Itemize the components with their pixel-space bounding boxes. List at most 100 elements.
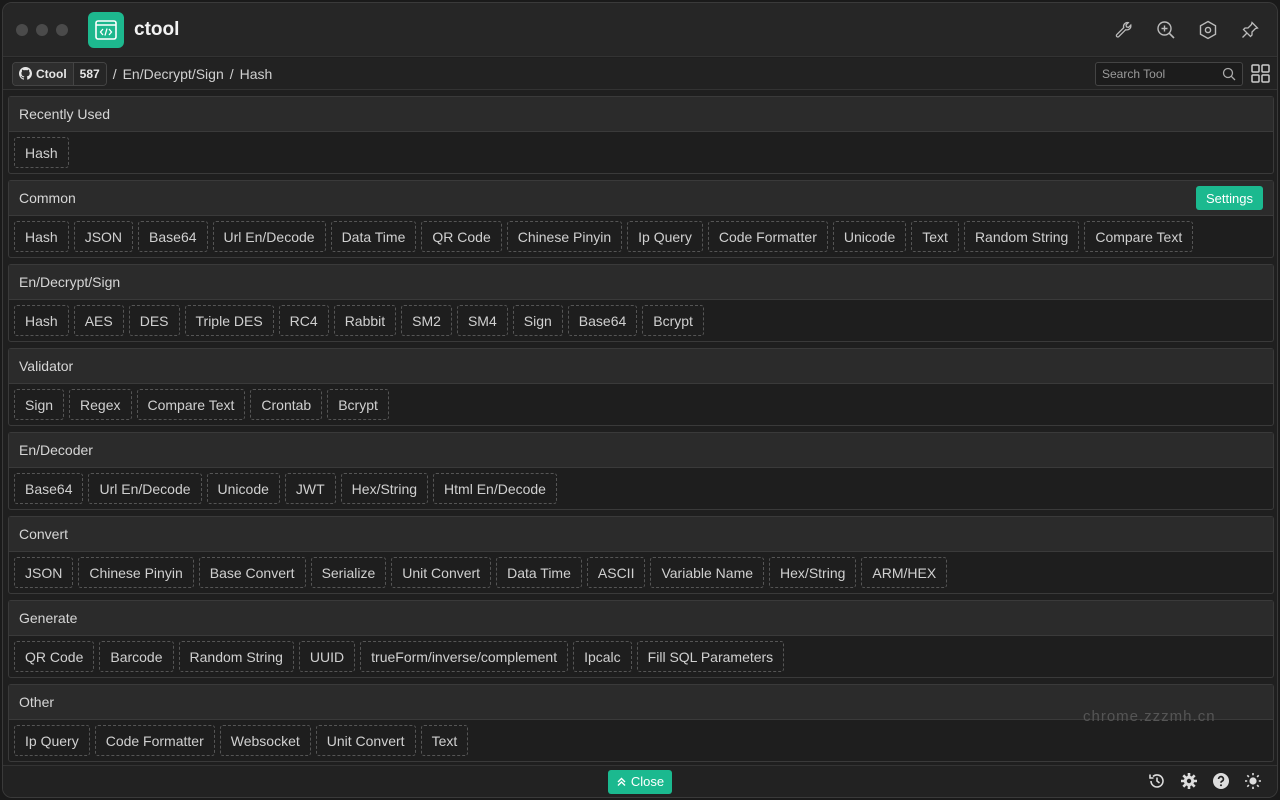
- search-input[interactable]: [1102, 66, 1214, 81]
- tool-button[interactable]: Base64: [14, 473, 84, 504]
- tool-button[interactable]: SM4: [456, 305, 508, 336]
- tool-button[interactable]: Unit Convert: [315, 725, 416, 756]
- tool-button[interactable]: Data Time: [496, 557, 582, 588]
- tool-button[interactable]: ASCII: [586, 557, 646, 588]
- maximize-window-button[interactable]: [56, 23, 68, 36]
- search-box[interactable]: [1095, 61, 1243, 86]
- tool-button[interactable]: Websocket: [219, 725, 311, 756]
- category-section: En/Decrypt/Sign Hash AES DES Triple DES RC4 Ra…: [8, 264, 1274, 342]
- tool-button[interactable]: Regex: [69, 389, 132, 420]
- gear-icon[interactable]: [1179, 771, 1199, 791]
- tool-button[interactable]: Text: [911, 221, 959, 252]
- tool-button[interactable]: JSON: [73, 221, 134, 252]
- tool-button[interactable]: Hash: [14, 137, 69, 168]
- nav-bar: Ctool 587 / En/Decrypt/Sign / Hash: [3, 58, 1277, 90]
- github-label: Ctool: [36, 66, 67, 81]
- category-header: Generate: [9, 601, 1273, 636]
- tool-button[interactable]: QR Code: [14, 641, 95, 672]
- tool-button[interactable]: Text: [420, 725, 469, 756]
- tool-button[interactable]: Ipcalc: [573, 641, 632, 672]
- tool-button[interactable]: Base64: [138, 221, 208, 252]
- tool-button[interactable]: Random String: [963, 221, 1080, 252]
- pin-icon[interactable]: [1239, 19, 1261, 41]
- tool-button[interactable]: trueForm/inverse/complement: [360, 641, 569, 672]
- tool-list: Hash JSON Base64 Url En/Decode Data Time QR C…: [9, 216, 1273, 257]
- settings-button[interactable]: Settings: [1196, 186, 1263, 210]
- tool-button[interactable]: Ip Query: [627, 221, 703, 252]
- close-window-button[interactable]: [16, 23, 28, 36]
- chevron-double-up-icon: [617, 777, 626, 786]
- category-header: En/Decoder: [9, 433, 1273, 468]
- tool-button[interactable]: Url En/Decode: [212, 221, 326, 252]
- category-title: Generate: [19, 610, 78, 626]
- tool-button[interactable]: Sign: [14, 389, 65, 420]
- app-logo-icon: [88, 11, 124, 48]
- tool-button[interactable]: Crontab: [250, 389, 323, 420]
- title-bar: ctool: [3, 3, 1277, 57]
- tool-button[interactable]: Random String: [178, 641, 294, 672]
- tool-button[interactable]: Data Time: [330, 221, 417, 252]
- category-title: En/Decoder: [19, 442, 93, 458]
- tool-button[interactable]: Bcrypt: [642, 305, 704, 336]
- github-star-count: 587: [72, 62, 106, 85]
- tool-button[interactable]: Unicode: [206, 473, 280, 504]
- tool-button[interactable]: Hex/String: [769, 557, 857, 588]
- grid-view-icon[interactable]: [1249, 63, 1271, 85]
- tool-button[interactable]: Sign: [512, 305, 563, 336]
- tool-button[interactable]: RC4: [278, 305, 329, 336]
- tool-button[interactable]: Chinese Pinyin: [78, 557, 194, 588]
- tool-button[interactable]: Chinese Pinyin: [506, 221, 623, 252]
- tool-button[interactable]: Hash: [14, 221, 69, 252]
- hexagon-settings-icon[interactable]: [1197, 19, 1219, 41]
- window-controls: [16, 23, 68, 36]
- theme-sun-icon[interactable]: [1243, 771, 1263, 791]
- category-header: Validator: [9, 349, 1273, 384]
- zoom-in-icon[interactable]: [1155, 19, 1177, 41]
- github-badge[interactable]: Ctool 587: [12, 61, 107, 86]
- tool-button[interactable]: Variable Name: [650, 557, 765, 588]
- tool-button[interactable]: JSON: [14, 557, 74, 588]
- github-icon: [19, 67, 32, 80]
- category-header: Recently Used: [9, 97, 1273, 132]
- tool-button[interactable]: Serialize: [310, 557, 387, 588]
- tool-list: Hash AES DES Triple DES RC4 Rabbit SM2 SM4 Sign B…: [9, 300, 1273, 341]
- category-header: En/Decrypt/Sign: [9, 265, 1273, 300]
- tool-button[interactable]: Base64: [567, 305, 638, 336]
- tool-button[interactable]: UUID: [298, 641, 356, 672]
- tool-button[interactable]: Code Formatter: [94, 725, 215, 756]
- tool-button[interactable]: QR Code: [421, 221, 502, 252]
- tool-button[interactable]: Html En/Decode: [433, 473, 557, 504]
- tool-list: Sign Regex Compare Text Crontab Bcrypt: [9, 384, 1273, 425]
- help-icon[interactable]: [1211, 771, 1231, 791]
- category-section: Generate QR Code Barcode Random String UUID t…: [8, 600, 1274, 678]
- tool-button[interactable]: JWT: [284, 473, 336, 504]
- tool-button[interactable]: Base Convert: [198, 557, 306, 588]
- tool-button[interactable]: AES: [73, 305, 124, 336]
- minimize-window-button[interactable]: [36, 23, 48, 36]
- tool-button[interactable]: Compare Text: [1084, 221, 1194, 252]
- tool-button[interactable]: ARM/HEX: [861, 557, 948, 588]
- tool-button[interactable]: Ip Query: [14, 725, 90, 756]
- close-button[interactable]: Close: [607, 769, 673, 794]
- tool-button[interactable]: SM2: [401, 305, 452, 336]
- history-icon[interactable]: [1147, 771, 1167, 791]
- tool-button[interactable]: Code Formatter: [707, 221, 828, 252]
- tool-button[interactable]: DES: [128, 305, 180, 336]
- app-window: ctool Ctool 587 / En/Decrypt/Sign / Hash…: [2, 2, 1278, 798]
- category-title: Other: [19, 694, 55, 710]
- tool-button[interactable]: Fill SQL Parameters: [636, 641, 785, 672]
- tool-button[interactable]: Bcrypt: [327, 389, 389, 420]
- tool-button[interactable]: Rabbit: [333, 305, 397, 336]
- breadcrumb-current[interactable]: Hash: [240, 66, 273, 82]
- tool-button[interactable]: Url En/Decode: [88, 473, 202, 504]
- tool-button[interactable]: Unit Convert: [391, 557, 492, 588]
- breadcrumb-category[interactable]: En/Decrypt/Sign: [123, 66, 224, 82]
- tool-button[interactable]: Compare Text: [136, 389, 246, 420]
- search-icon[interactable]: [1222, 67, 1236, 81]
- tool-button[interactable]: Barcode: [99, 641, 174, 672]
- tool-button[interactable]: Unicode: [832, 221, 907, 252]
- wrench-icon[interactable]: [1113, 19, 1135, 41]
- tool-button[interactable]: Triple DES: [184, 305, 274, 336]
- tool-button[interactable]: Hash: [14, 305, 69, 336]
- tool-button[interactable]: Hex/String: [340, 473, 429, 504]
